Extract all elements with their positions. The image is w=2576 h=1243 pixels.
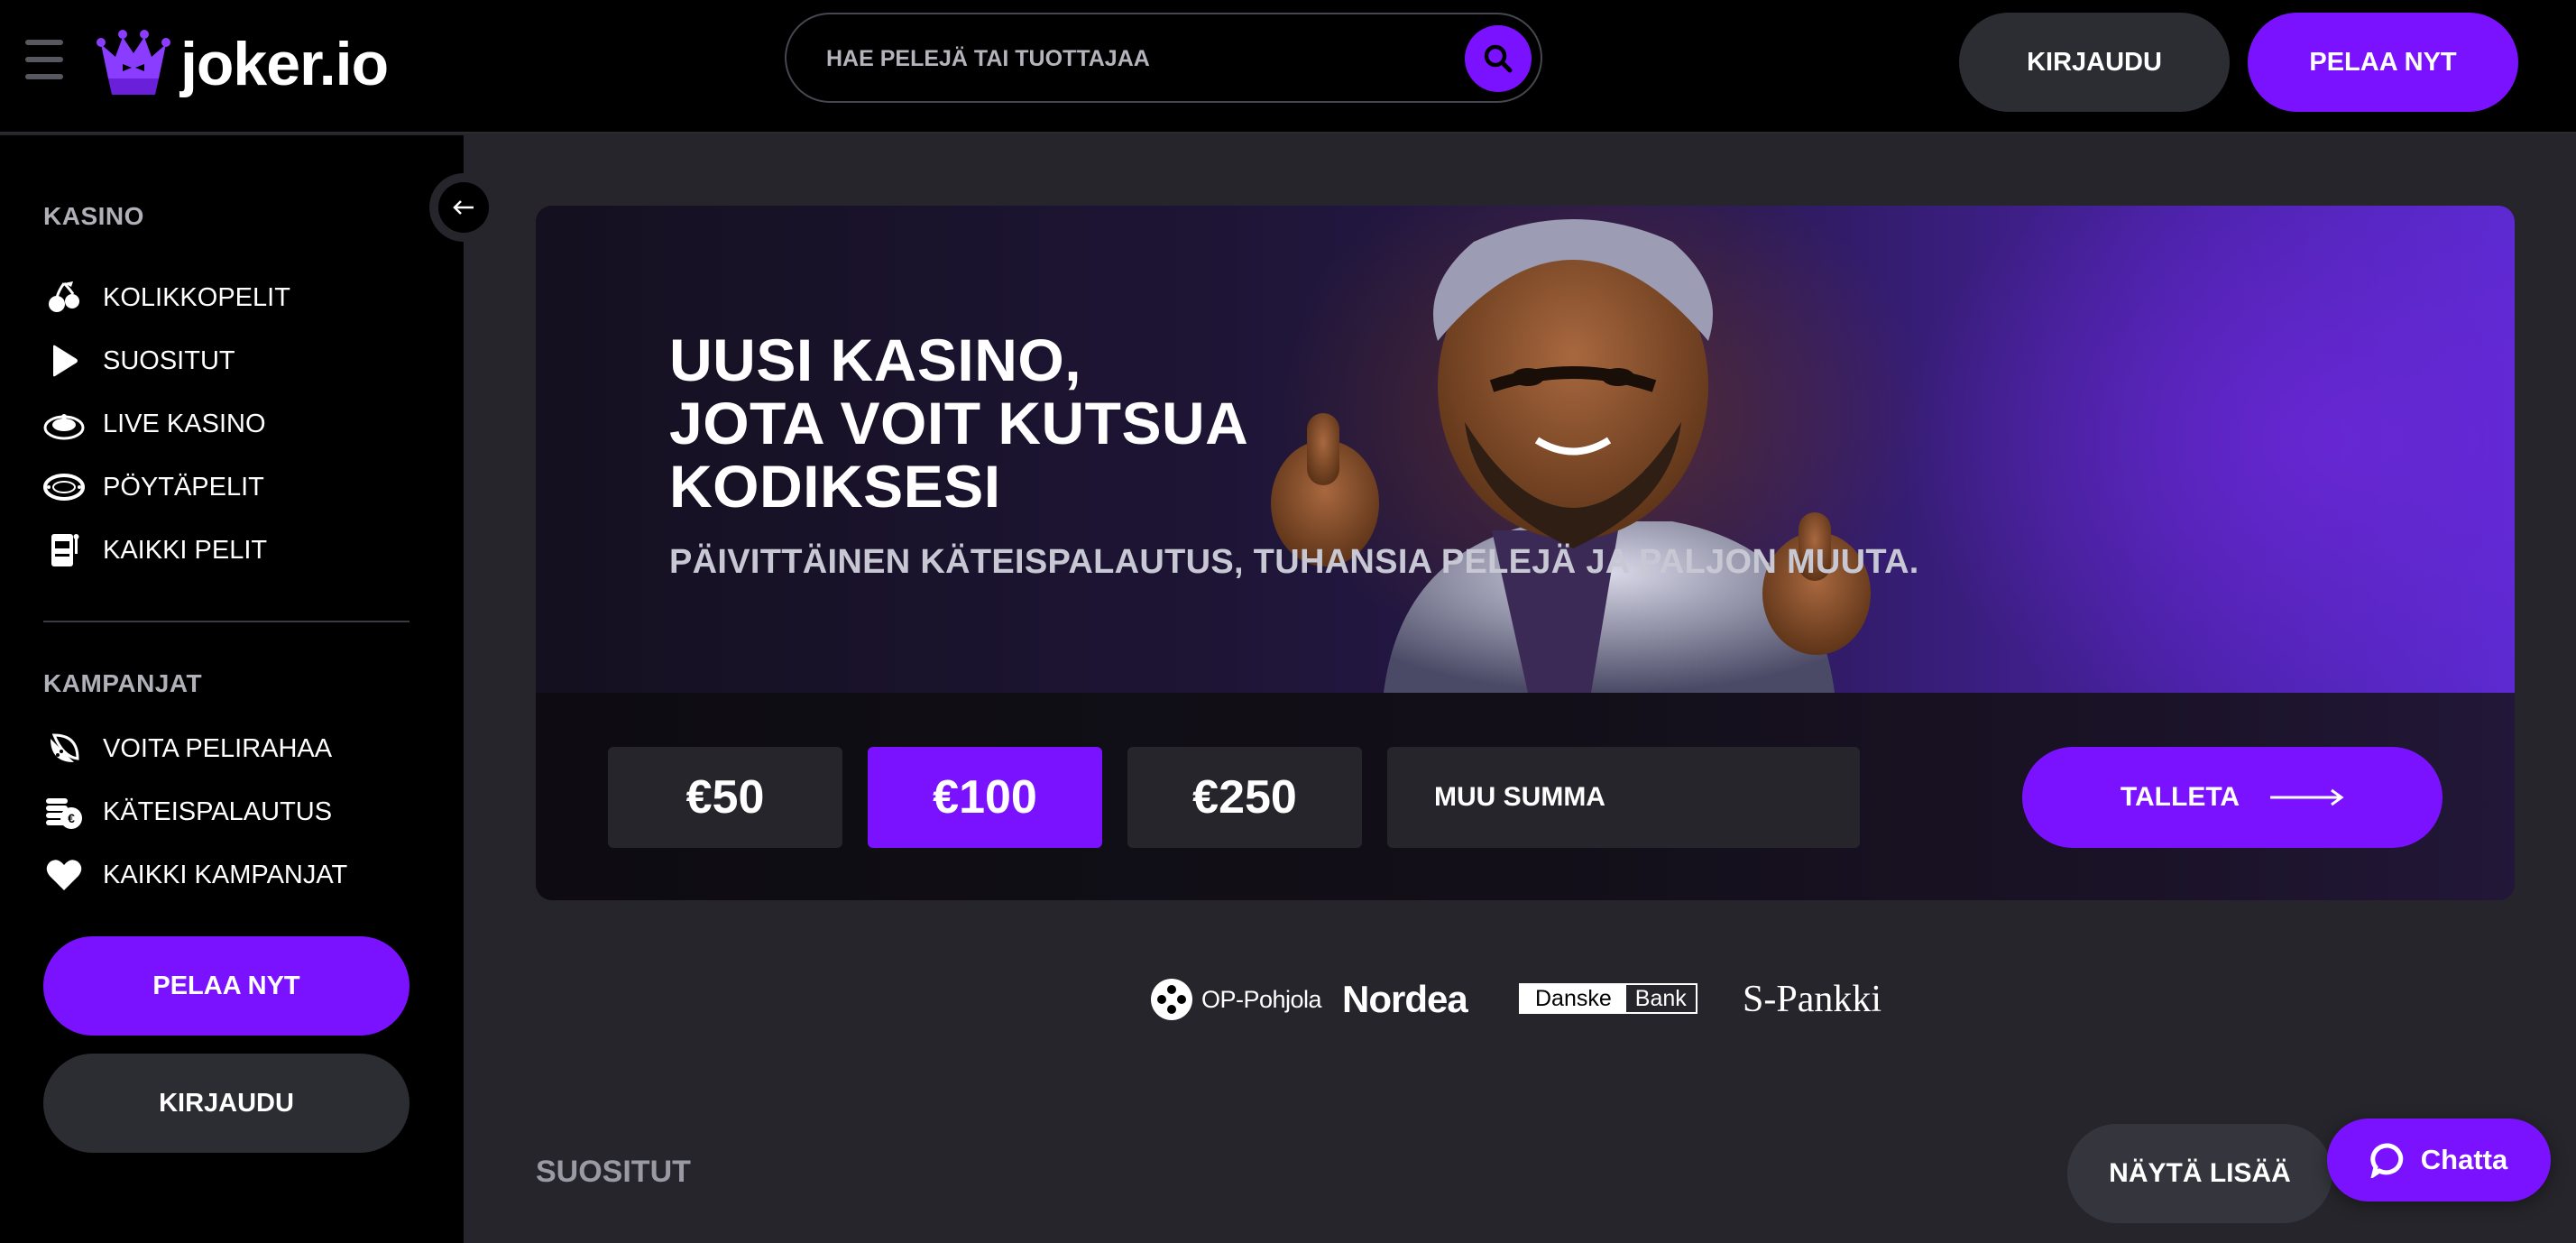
bank-logo-nordea: Nordea [1342, 978, 1468, 1020]
section-title-popular: SUOSITUT [536, 1155, 691, 1189]
sidebar-item-all-games[interactable]: KAIKKI PELIT [43, 525, 267, 575]
header-login-button[interactable]: KIRJAUDU [1959, 13, 2230, 112]
joker-crown-icon [97, 30, 170, 95]
search-button[interactable] [1465, 25, 1532, 92]
sidebar-item-label: KAIKKI KAMPANJAT [103, 860, 348, 889]
hero-title-line: UUSI KASINO, [669, 327, 1082, 393]
logo[interactable]: joker.io [96, 23, 389, 105]
deposit-button-label: TALLETA [2120, 782, 2240, 812]
hero-title-line: KODIKSESI [669, 453, 1001, 520]
sidebar-divider [43, 621, 409, 622]
sidebar-section-promotions: KAMPANJAT [43, 669, 203, 697]
bank-logo-danske-text: Danske [1521, 985, 1626, 1012]
cherries-icon [43, 277, 85, 318]
bank-logo-op-text: OP-Pohjola [1201, 985, 1322, 1013]
chat-button-label: Chatta [2420, 1144, 2508, 1175]
sidebar-item-cashback[interactable]: € KÄTEISPALAUTUS [43, 787, 332, 837]
sidebar-item-label: PÖYTÄPELIT [103, 472, 264, 502]
sidebar-item-label: KAIKKI PELIT [103, 535, 268, 565]
sidebar-item-win-bonus[interactable]: VOITA PELIRAHAA [43, 723, 332, 774]
bank-logo-danske-text: Bank [1634, 985, 1687, 1011]
sidebar-item-label: SUOSITUT [103, 345, 235, 375]
svg-text:€: € [68, 811, 75, 825]
sidebar-item-live-casino[interactable]: LIVE KASINO [43, 399, 266, 449]
menu-icon[interactable] [25, 40, 63, 87]
logo-text: joker.io [180, 30, 389, 98]
search-icon [1484, 44, 1513, 73]
collapse-sidebar-button[interactable] [429, 173, 498, 242]
sidebar-item-label: KÄTEISPALAUTUS [103, 796, 333, 826]
other-amount-input[interactable] [1387, 747, 1860, 848]
amount-option-50[interactable]: €50 [608, 747, 842, 848]
coins-icon: € [43, 791, 85, 833]
arrow-right-icon [2270, 788, 2344, 806]
heart-icon [43, 854, 85, 896]
bank-logo-danske: Danske Bank [1519, 983, 1697, 1014]
hero-banner: UUSI KASINO, JOTA VOIT KUTSUA KODIKSESI … [536, 206, 2515, 900]
show-more-button[interactable]: NÄYTÄ LISÄÄ [2067, 1124, 2332, 1223]
sidebar-item-label: LIVE KASINO [103, 409, 266, 438]
hero-subtitle: PÄIVITTÄINEN KÄTEISPALAUTUS, TUHANSIA PE… [669, 543, 1919, 581]
bank-logo-spankki: S-Pankki [1743, 979, 1882, 1020]
deposit-panel: €50 €100 €250 TALLETA [536, 693, 2515, 900]
sidebar-item-table-games[interactable]: PÖYTÄPELIT [43, 462, 264, 512]
play-icon [43, 340, 85, 382]
sidebar-play-now-button[interactable]: PELAA NYT [43, 936, 409, 1036]
sidebar-section-casino: KASINO [43, 202, 144, 230]
sidebar-login-button[interactable]: KIRJAUDU [43, 1054, 409, 1153]
deposit-button[interactable]: TALLETA [2022, 747, 2443, 848]
sidebar-item-slots[interactable]: KOLIKKOPELIT [43, 272, 290, 323]
arrow-left-icon [453, 200, 474, 215]
amount-option-250[interactable]: €250 [1127, 747, 1362, 848]
op-logo-icon [1151, 979, 1192, 1020]
top-header: joker.io KIRJAUDU PELAA NYT [0, 0, 2576, 134]
search-bar [785, 13, 1542, 103]
sidebar-item-label: KOLIKKOPELIT [103, 282, 290, 312]
chat-button[interactable]: Chatta [2327, 1119, 2551, 1202]
sidebar-item-label: VOITA PELIRAHAA [103, 733, 333, 763]
roulette-icon [43, 403, 85, 445]
sidebar: KASINO KOLIKKOPELIT SUOSITUT LIVE KASINO… [0, 135, 464, 1243]
poker-table-icon [43, 466, 85, 508]
hero-title-line: JOTA VOIT KUTSUA [669, 390, 1249, 456]
bank-logo-op: OP-Pohjola [1149, 974, 1322, 1025]
header-play-now-button[interactable]: PELAA NYT [2248, 13, 2518, 112]
hero-title: UUSI KASINO, JOTA VOIT KUTSUA KODIKSESI [669, 328, 1481, 518]
slot-machine-icon [43, 529, 85, 571]
amount-option-100[interactable]: €100 [868, 747, 1102, 848]
chat-bubble-icon [2370, 1143, 2403, 1178]
sidebar-item-popular[interactable]: SUOSITUT [43, 336, 235, 386]
sidebar-item-all-promotions[interactable]: KAIKKI KAMPANJAT [43, 850, 347, 900]
melon-icon [43, 728, 85, 769]
search-input[interactable] [826, 36, 1458, 81]
